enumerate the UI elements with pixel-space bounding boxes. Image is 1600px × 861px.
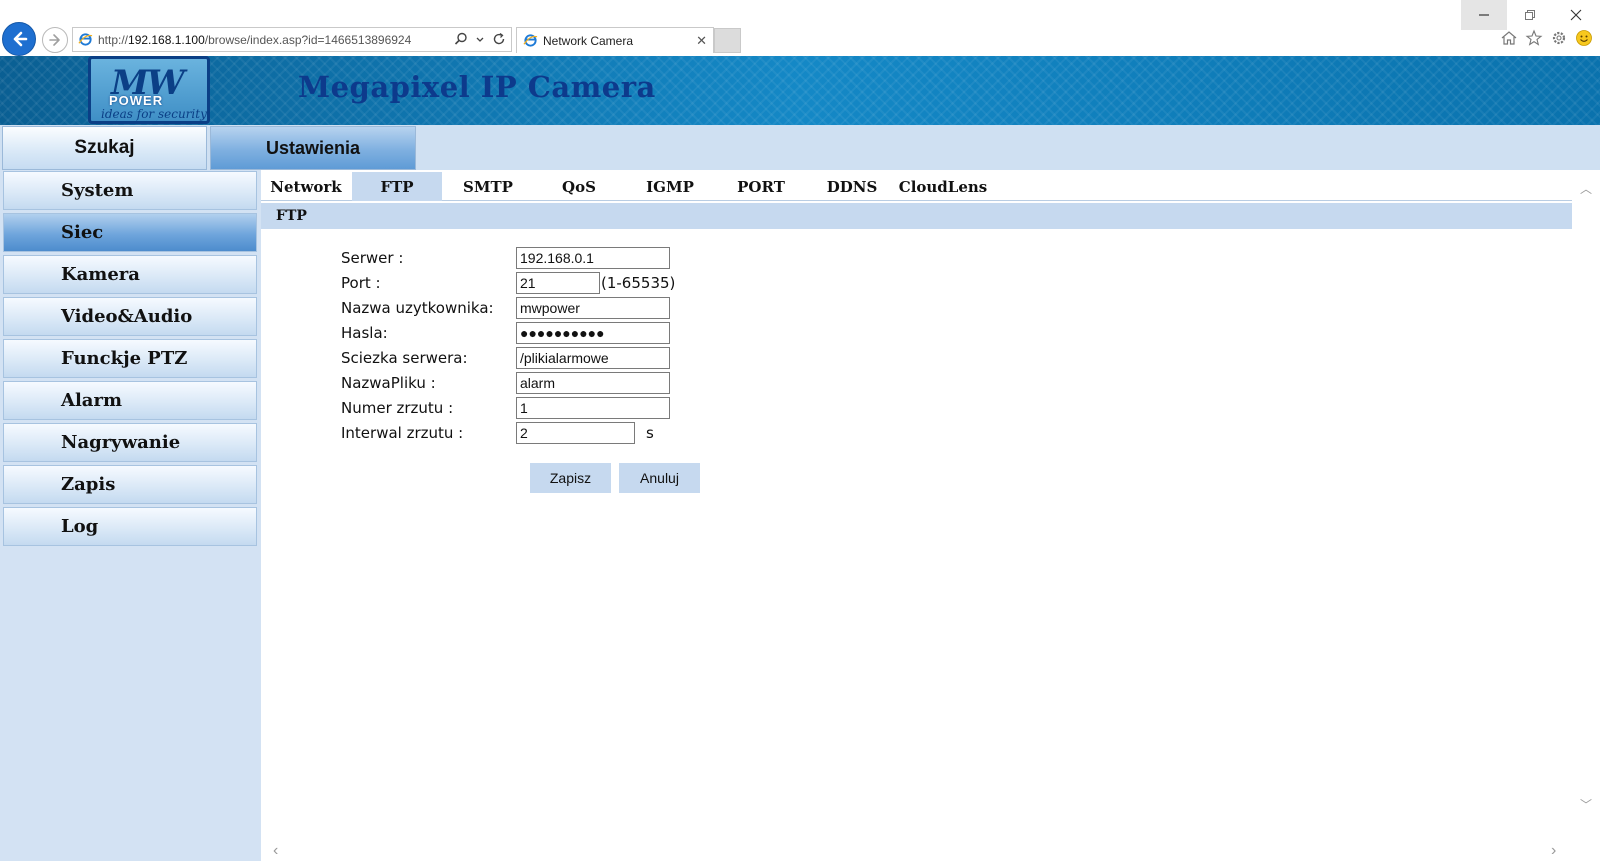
new-tab-button[interactable] (714, 28, 741, 53)
save-button[interactable]: Zapisz (530, 463, 611, 493)
snapshot-interval-unit: s (646, 424, 654, 442)
sidebar-item-siec[interactable]: Siec (3, 213, 257, 252)
ie-page-icon (78, 33, 93, 46)
sidebar-item-log[interactable]: Log (3, 507, 257, 546)
snapshot-interval-label: Interwal zrzutu : (341, 424, 464, 442)
restore-icon (1525, 10, 1535, 20)
restore-button[interactable] (1507, 0, 1553, 30)
forward-arrow-icon (49, 34, 60, 46)
port-input[interactable] (516, 272, 600, 294)
banner-title: Megapixel IP Camera (298, 70, 656, 104)
snapshot-count-input[interactable] (516, 397, 670, 419)
header-banner: MW POWER ideas for security Megapixel IP… (0, 56, 1600, 125)
minimize-button[interactable] (1461, 0, 1507, 30)
back-button[interactable] (2, 22, 36, 56)
logo-power: POWER (109, 93, 164, 108)
username-label: Nazwa uzytkownika: (341, 299, 494, 317)
filename-row: NazwaPliku : (341, 372, 741, 394)
path-label: Sciezka serwera: (341, 349, 468, 367)
server-row: Serwer : (341, 247, 741, 269)
home-icon[interactable] (1500, 29, 1518, 47)
subtab-bar: Network FTP SMTP QoS IGMP PORT DDNS Clou… (261, 170, 1572, 201)
settings-menu-button[interactable]: Ustawienia (210, 126, 416, 170)
tab-ftp[interactable]: FTP (352, 172, 442, 201)
close-icon (1570, 9, 1582, 21)
address-bar[interactable]: http://192.168.1.100/browse/index.asp?id… (72, 27, 512, 52)
tab-igmp[interactable]: IGMP (625, 172, 715, 201)
browser-tab[interactable]: Network Camera ✕ (516, 27, 714, 53)
password-row: Hasla: (341, 322, 741, 344)
tab-ddns[interactable]: DDNS (807, 172, 897, 201)
ie-tab-icon (523, 34, 538, 47)
minimize-icon (1479, 14, 1489, 16)
server-input[interactable] (516, 247, 670, 269)
sidebar-item-alarm[interactable]: Alarm (3, 381, 257, 420)
address-url: http://192.168.1.100/browse/index.asp?id… (98, 32, 412, 47)
filename-input[interactable] (516, 372, 670, 394)
snapshot-interval-row: Interwal zrzutu : s (341, 422, 741, 444)
sidebar-item-video-audio[interactable]: Video&Audio (3, 297, 257, 336)
scroll-down-icon[interactable]: ﹀ (1580, 796, 1592, 813)
tab-port[interactable]: PORT (716, 172, 806, 201)
logo-tagline: ideas for security (101, 107, 207, 121)
sidebar-item-nagrywanie[interactable]: Nagrywanie (3, 423, 257, 462)
port-row: Port : (1-65535) (341, 272, 741, 294)
path-row: Sciezka serwera: (341, 347, 741, 369)
username-row: Nazwa uzytkownika: (341, 297, 741, 319)
port-label: Port : (341, 274, 381, 292)
top-menu: Szukaj Ustawienia (0, 125, 1600, 170)
password-label: Hasla: (341, 324, 388, 342)
back-arrow-icon (13, 31, 28, 47)
username-input[interactable] (516, 297, 670, 319)
sidebar: System Siec Kamera Video&Audio Funckje P… (0, 170, 261, 861)
tab-smtp[interactable]: SMTP (443, 172, 533, 201)
sidebar-item-zapis[interactable]: Zapis (3, 465, 257, 504)
scroll-up-icon[interactable]: ︿ (1580, 180, 1592, 197)
vertical-scrollbar[interactable]: ︿ ﹀ (1572, 170, 1600, 861)
tab-qos[interactable]: QoS (534, 172, 624, 201)
smiley-feedback-icon[interactable] (1575, 29, 1593, 47)
mw-power-logo: MW POWER ideas for security (88, 56, 210, 124)
tab-cloudlens[interactable]: CloudLens (898, 172, 988, 201)
port-range-hint: (1-65535) (601, 274, 676, 292)
sidebar-item-ptz[interactable]: Funckje PTZ (3, 339, 257, 378)
snapshot-interval-input[interactable] (516, 422, 635, 444)
search-menu-button[interactable]: Szukaj (2, 126, 207, 170)
search-icon[interactable] (453, 31, 469, 47)
sidebar-item-kamera[interactable]: Kamera (3, 255, 257, 294)
browser-chrome: http://192.168.1.100/browse/index.asp?id… (0, 0, 1600, 56)
sidebar-item-system[interactable]: System (3, 171, 257, 210)
cancel-button[interactable]: Anuluj (619, 463, 700, 493)
tab-network[interactable]: Network (261, 172, 351, 201)
horizontal-scrollbar[interactable]: ‹ › (261, 842, 1572, 861)
snapshot-count-label: Numer zrzutu : (341, 399, 454, 417)
path-input[interactable] (516, 347, 670, 369)
favorites-star-icon[interactable] (1525, 29, 1543, 47)
gear-icon[interactable] (1550, 29, 1568, 47)
filename-label: NazwaPliku : (341, 374, 436, 392)
server-label: Serwer : (341, 249, 404, 267)
scroll-left-icon[interactable]: ‹ (273, 842, 278, 860)
tab-title: Network Camera (543, 33, 634, 48)
close-tab-icon[interactable]: ✕ (696, 33, 707, 49)
scroll-right-icon[interactable]: › (1551, 842, 1556, 860)
section-title: FTP (261, 203, 1572, 229)
refresh-icon[interactable] (491, 31, 507, 47)
main-content: Network FTP SMTP QoS IGMP PORT DDNS Clou… (261, 170, 1572, 861)
snapshot-count-row: Numer zrzutu : (341, 397, 741, 419)
password-input[interactable] (516, 322, 670, 344)
close-window-button[interactable] (1553, 0, 1599, 30)
forward-button[interactable] (42, 27, 68, 53)
chevron-down-icon[interactable] (475, 31, 485, 47)
